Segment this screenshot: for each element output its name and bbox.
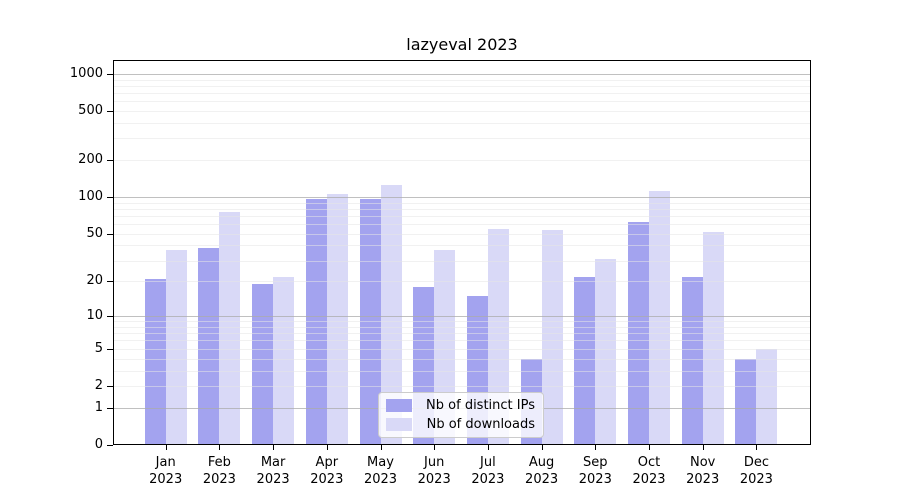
x-tick-label: Nov2023 [676, 454, 730, 488]
x-axis-tick [327, 445, 328, 450]
x-axis-tick [381, 445, 382, 450]
x-axis-tick [488, 445, 489, 450]
x-tick-label: May2023 [354, 454, 408, 488]
x-tick-label: Dec2023 [729, 454, 783, 488]
y-tick-label: 1000 [43, 66, 103, 82]
y-tick-label: 10 [43, 308, 103, 324]
x-tick-label: Aug2023 [515, 454, 569, 488]
legend-label-downloads: Nb of downloads [424, 417, 535, 432]
x-axis-tick [166, 445, 167, 450]
legend-label-distinct-ips: Nb of distinct IPs [424, 398, 535, 413]
x-tick-label: Apr2023 [300, 454, 354, 488]
legend-item-distinct-ips: Nb of distinct IPs [386, 398, 535, 413]
legend-swatch-distinct-ips [386, 399, 412, 412]
x-axis-tick [703, 445, 704, 450]
y-tick-label: 2 [43, 378, 103, 394]
x-axis-tick [542, 445, 543, 450]
chart-title: lazyeval 2023 [113, 35, 811, 54]
legend: Nb of distinct IPs Nb of downloads [378, 392, 544, 438]
y-tick-label: 500 [43, 103, 103, 119]
x-axis-tick [434, 445, 435, 450]
x-tick-label: Sep2023 [568, 454, 622, 488]
x-axis-tick [756, 445, 757, 450]
y-tick-label: 1 [43, 400, 103, 416]
x-axis-tick [273, 445, 274, 450]
x-tick-label: Jul2023 [461, 454, 515, 488]
x-tick-label: Feb2023 [192, 454, 246, 488]
y-tick-label: 100 [43, 189, 103, 205]
y-tick-label: 50 [43, 226, 103, 242]
x-tick-label: Jun2023 [407, 454, 461, 488]
chart-canvas: lazyeval 2023 0 1 2 5 10 20 50 100 200 500 1000 Jan… [0, 0, 900, 500]
legend-swatch-downloads [386, 418, 412, 431]
y-axis-tick [107, 445, 113, 446]
x-tick-label: Oct2023 [622, 454, 676, 488]
y-tick-label: 0 [43, 437, 103, 453]
x-axis-tick [595, 445, 596, 450]
legend-item-downloads: Nb of downloads [386, 417, 535, 432]
y-tick-label: 5 [43, 341, 103, 357]
y-tick-label: 20 [43, 273, 103, 289]
x-axis-tick [219, 445, 220, 450]
x-tick-label: Mar2023 [246, 454, 300, 488]
plot-area [113, 60, 811, 445]
y-tick-label: 200 [43, 152, 103, 168]
x-axis-tick [649, 445, 650, 450]
x-tick-label: Jan2023 [139, 454, 193, 488]
